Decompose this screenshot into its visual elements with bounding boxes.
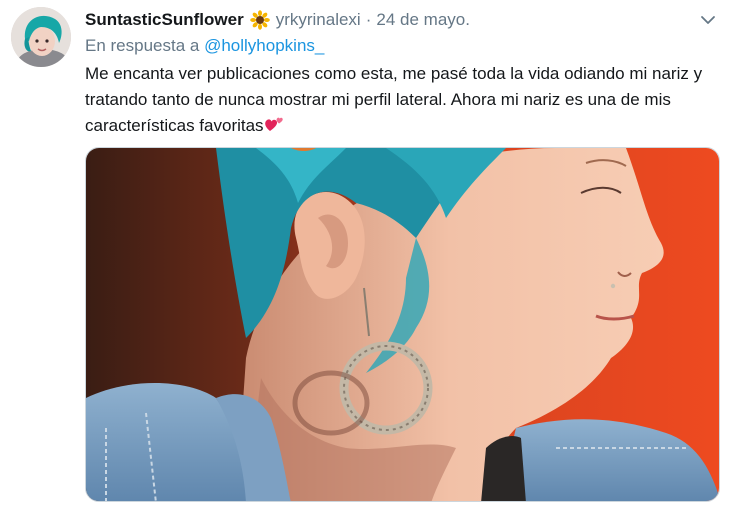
tweet: SuntasticSunflower yrkyrinalexi · 24 de … — [0, 0, 730, 511]
separator-dot: · — [365, 10, 372, 29]
tweet-body: Me encanta ver publicaciones como esta, … — [85, 64, 703, 135]
reply-prefix: En respuesta a — [85, 36, 205, 55]
sunflower-icon — [249, 10, 270, 30]
reply-context: En respuesta a @hollyhopkins_ — [85, 36, 324, 56]
photo-image — [86, 148, 719, 501]
display-name[interactable]: SuntasticSunflower — [85, 10, 244, 30]
tweet-header: SuntasticSunflower yrkyrinalexi · 24 de … — [85, 9, 470, 31]
tweet-date[interactable]: 24 de mayo. — [376, 10, 470, 30]
reply-to-link[interactable]: @hollyhopkins_ — [204, 36, 324, 55]
chevron-down-icon[interactable] — [700, 12, 716, 28]
avatar[interactable] — [11, 7, 71, 67]
tweet-photo[interactable] — [85, 147, 720, 502]
avatar-image — [11, 7, 71, 67]
tweet-text: Me encanta ver publicaciones como esta, … — [85, 61, 715, 139]
two-hearts-icon — [264, 115, 284, 133]
user-handle[interactable]: yrkyrinalexi — [276, 10, 361, 30]
